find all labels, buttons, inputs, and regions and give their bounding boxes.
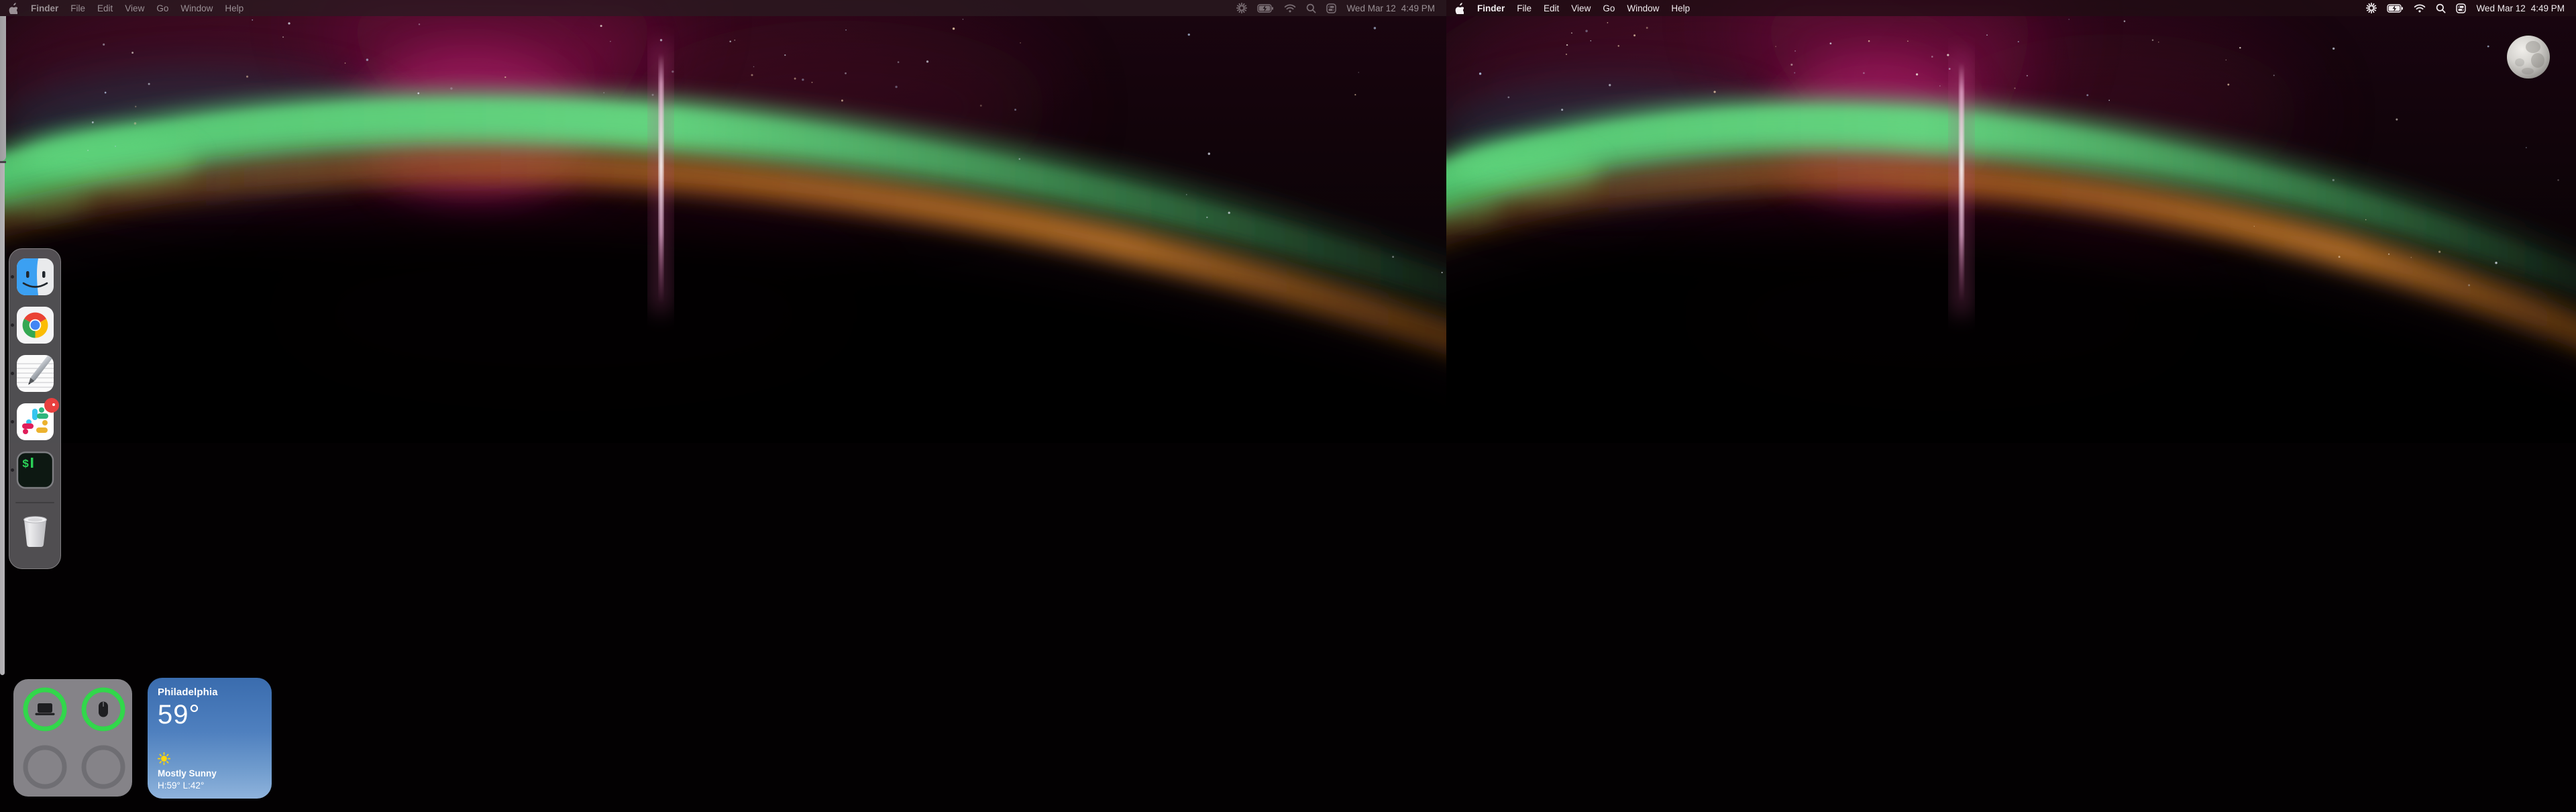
menu-clock[interactable]: Wed Mar 12 4:49 PM — [1346, 3, 1435, 13]
display-right: Finder File Edit View Go Window Help — [1446, 0, 2576, 812]
aurora-graphic-right — [1446, 0, 2576, 812]
laptop-icon — [36, 703, 55, 715]
running-indicator-dot — [11, 323, 14, 327]
running-indicator-dot — [11, 468, 14, 472]
offscreen-window-edge-seam — [0, 161, 6, 163]
menu-item-window[interactable]: Window — [180, 3, 213, 13]
desktop: Finder File Edit View Go Window Help — [0, 0, 2576, 812]
menu-item-edit[interactable]: Edit — [1544, 3, 1559, 13]
battery-charging-icon[interactable] — [2387, 4, 2404, 13]
menu-clock-date: Wed Mar 12 — [2476, 3, 2525, 13]
weather-temperature: 59° — [158, 700, 262, 730]
control-center-icon[interactable] — [1326, 3, 1336, 13]
finder-icon — [16, 258, 54, 296]
dock-item-terminal[interactable]: $ — [16, 451, 54, 489]
menu-item-go[interactable]: Go — [1603, 3, 1615, 13]
sunburst-icon[interactable] — [2366, 3, 2377, 13]
menu-bar-right: Finder File Edit View Go Window Help — [1446, 0, 2576, 16]
menu-app-name[interactable]: Finder — [31, 3, 58, 13]
notification-badge — [44, 398, 59, 413]
running-indicator-dot — [11, 372, 14, 375]
menu-clock-date: Wed Mar 12 — [1346, 3, 1395, 13]
mouse-icon — [99, 702, 108, 717]
batteries-widget[interactable] — [13, 679, 132, 797]
menu-item-view[interactable]: View — [1571, 3, 1591, 13]
menu-item-view[interactable]: View — [125, 3, 144, 13]
weather-widget[interactable]: Philadelphia 59° Mostly Sunny H:59° L:42… — [148, 678, 272, 799]
dock-divider — [15, 502, 54, 503]
menu-item-file[interactable]: File — [1517, 3, 1532, 13]
menu-item-window[interactable]: Window — [1627, 3, 1659, 13]
display-left: Finder File Edit View Go Window Help — [0, 0, 1446, 812]
offscreen-window-edge-top[interactable] — [0, 16, 6, 161]
battery-charging-icon[interactable] — [1257, 4, 1274, 13]
sunburst-icon[interactable] — [1236, 3, 1247, 13]
running-indicator-dot — [11, 275, 14, 278]
dock: $ — [9, 248, 61, 569]
menu-item-edit[interactable]: Edit — [97, 3, 113, 13]
terminal-prompt-text: $ — [22, 458, 29, 471]
sun-icon — [158, 752, 170, 765]
menu-item-help[interactable]: Help — [1671, 3, 1690, 13]
weather-condition: Mostly Sunny — [158, 768, 262, 778]
weather-high-low: H:59° L:42° — [158, 780, 262, 791]
menu-clock[interactable]: Wed Mar 12 4:49 PM — [2476, 3, 2565, 13]
menu-app-name[interactable]: Finder — [1477, 3, 1505, 13]
dock-item-finder[interactable] — [16, 258, 54, 296]
battery-rings-graphic — [13, 679, 132, 797]
trash-icon — [16, 511, 54, 550]
menu-bar-left: Finder File Edit View Go Window Help — [0, 0, 1446, 16]
wifi-icon[interactable] — [1284, 4, 1296, 13]
battery-ring-empty — [84, 748, 123, 786]
menu-item-help[interactable]: Help — [225, 3, 244, 13]
wallpaper-aurora-right — [1446, 0, 2576, 812]
control-center-icon[interactable] — [2456, 3, 2466, 13]
menu-item-go[interactable]: Go — [156, 3, 168, 13]
dock-item-notes[interactable] — [16, 354, 54, 393]
apple-menu-icon[interactable] — [8, 3, 17, 14]
battery-ring-empty — [25, 748, 64, 786]
terminal-icon: $ — [16, 451, 54, 489]
apple-menu-icon[interactable] — [1454, 3, 1464, 14]
dock-item-trash[interactable] — [16, 511, 54, 550]
offscreen-window-edge-bottom[interactable] — [0, 163, 5, 675]
menu-clock-time: 4:49 PM — [2531, 3, 2565, 13]
dock-item-chrome[interactable] — [16, 306, 54, 344]
notes-icon — [16, 354, 54, 393]
wifi-icon[interactable] — [2414, 4, 2426, 13]
menu-item-file[interactable]: File — [70, 3, 85, 13]
moon — [2507, 36, 2550, 79]
menu-clock-time: 4:49 PM — [1401, 3, 1435, 13]
running-indicator-dot — [11, 420, 14, 423]
spotlight-search-icon[interactable] — [1306, 3, 1316, 13]
weather-city: Philadelphia — [158, 687, 262, 698]
spotlight-search-icon[interactable] — [2436, 3, 2446, 13]
dock-item-slack[interactable] — [16, 403, 54, 441]
chrome-icon — [16, 306, 54, 344]
